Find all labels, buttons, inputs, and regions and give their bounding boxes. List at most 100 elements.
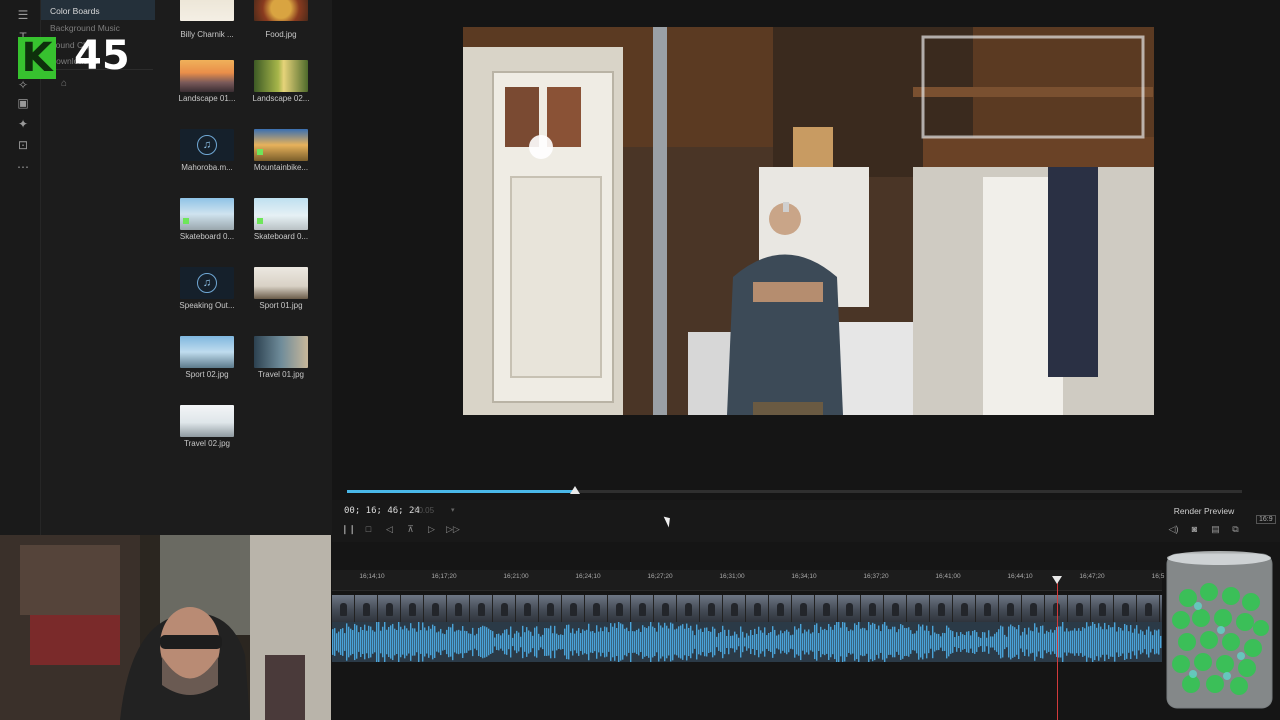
popout-icon[interactable]: ⧉ (1229, 524, 1242, 535)
waveform-bar (698, 629, 700, 655)
media-tile[interactable]: Sport 01.jpg (252, 267, 326, 329)
video-track-clip[interactable] (332, 595, 1162, 622)
waveform-bar (454, 631, 456, 653)
waveform-bar (926, 625, 928, 659)
previous-frame-icon[interactable]: ◁ (383, 524, 396, 535)
waveform-bar (426, 630, 428, 654)
next-frame-icon[interactable]: ▷ (425, 524, 438, 535)
audio-track-clip[interactable] (332, 622, 1162, 662)
waveform-bar (904, 627, 906, 657)
waveform-bar (348, 626, 350, 658)
waveform-bar (866, 630, 868, 654)
waveform-bar (962, 634, 964, 650)
waveform-bar (572, 628, 574, 656)
media-tile[interactable]: Billy Charnik ... (178, 0, 252, 62)
media-tile[interactable]: Sport 02.jpg (178, 336, 252, 398)
waveform-bar (1002, 626, 1004, 658)
snapshot-icon[interactable]: ◙ (1188, 524, 1201, 535)
media-tile[interactable]: Landscape 01... (178, 60, 252, 122)
waveform-bar (1080, 630, 1082, 654)
waveform-bar (356, 625, 358, 659)
chevron-down-icon[interactable]: ▾ (451, 506, 455, 514)
waveform-bar (908, 627, 910, 657)
waveform-bar (714, 628, 716, 656)
media-tile-name: Skateboard 0... (179, 232, 235, 241)
waveform-bar (1020, 635, 1022, 649)
tag-icon[interactable]: ⌂ (61, 78, 67, 89)
volume-icon[interactable]: ◁) (1167, 524, 1180, 535)
waveform-bar (846, 627, 848, 657)
title-icon[interactable]: ⊡ (14, 138, 32, 152)
waveform-bar (802, 633, 804, 651)
media-tile[interactable]: Skateboard 0... (252, 198, 326, 260)
video-badge-icon (257, 218, 263, 224)
media-tile[interactable]: ♫ Speaking Out... (178, 267, 252, 329)
skateboard-thumbnail (254, 198, 308, 230)
waveform-bar (806, 631, 808, 653)
waveform-bar (660, 625, 662, 659)
media-tile[interactable]: Landscape 02... (252, 60, 326, 122)
waveform-bar (828, 623, 830, 661)
waveform-bar (1004, 634, 1006, 650)
render-preview-button[interactable]: Render Preview (1170, 504, 1238, 519)
waveform-bar (632, 631, 634, 653)
waveform-bar (820, 626, 822, 658)
particle-icon[interactable]: ✦ (14, 117, 32, 131)
fast-forward-icon[interactable]: ▷▷ (446, 524, 460, 535)
preview-progress-track[interactable] (575, 490, 1242, 493)
waveform-bar (414, 628, 416, 656)
media-tile[interactable]: Travel 01.jpg (252, 336, 326, 398)
more-icon[interactable]: ⋯ (14, 160, 32, 174)
aspect-ratio-selector[interactable]: 16:9 (1256, 515, 1276, 524)
waveform-bar (490, 630, 492, 654)
tree-item-background-music[interactable]: Background Music (50, 23, 120, 33)
waveform-bar (1064, 631, 1066, 653)
menu-icon[interactable]: ☰ (14, 8, 32, 22)
waveform-bar (1032, 631, 1034, 653)
media-tile[interactable]: Mountainbike... (252, 129, 326, 191)
tree-item-color-boards[interactable]: Color Boards (50, 6, 100, 16)
timeline-tick-label: 16;47;20 (1079, 573, 1105, 580)
pause-icon[interactable]: ❙❙ (341, 524, 356, 535)
video-frame-thumbnail (332, 595, 355, 622)
waveform-bar (442, 633, 444, 651)
video-frame-thumbnail (999, 595, 1022, 622)
playhead-handle-icon[interactable] (1052, 576, 1062, 584)
media-tile[interactable]: Skateboard 0... (178, 198, 252, 260)
preview-video-frame[interactable] (463, 27, 1154, 415)
waveform-bar (582, 629, 584, 655)
preview-progress-fill[interactable] (347, 490, 575, 493)
waveform-bar (902, 625, 904, 659)
timecode-display[interactable]: 00; 16; 46; 24 (344, 506, 420, 516)
waveform-bar (366, 630, 368, 654)
waveform-bar (580, 633, 582, 651)
video-frame-thumbnail (539, 595, 562, 622)
waveform-bar (1058, 626, 1060, 658)
library-tree-panel: Color Boards Background Music Sound Clip… (41, 0, 181, 535)
waveform-bar (784, 631, 786, 653)
waveform-bar (1134, 628, 1136, 656)
playhead-line[interactable] (1057, 578, 1058, 720)
waveform-bar (886, 625, 888, 659)
waveform-bar (1098, 623, 1100, 661)
waveform-bar (466, 631, 468, 653)
playback-quality[interactable]: I 0.05 (414, 506, 434, 515)
pip-icon[interactable]: ▣ (14, 96, 32, 110)
waveform-bar (686, 623, 688, 661)
video-frame-thumbnail (378, 595, 401, 622)
mark-icon[interactable]: ⊼ (404, 524, 417, 535)
media-tile[interactable]: ♫ Mahoroba.m... (178, 129, 252, 191)
stop-icon[interactable]: □ (362, 524, 375, 535)
waveform-bar (1066, 628, 1068, 656)
waveform-bar (1088, 626, 1090, 658)
media-tile[interactable]: Food.jpg (252, 0, 326, 62)
waveform-bar (1062, 622, 1064, 662)
waveform-bar (1012, 626, 1014, 658)
captions-icon[interactable]: ▤ (1209, 524, 1222, 535)
waveform-bar (370, 626, 372, 658)
waveform-bar (638, 628, 640, 656)
progress-handle-icon[interactable] (570, 486, 580, 494)
music-thumbnail: ♫ (180, 129, 234, 161)
waveform-bar (398, 622, 400, 662)
media-tile[interactable]: Travel 02.jpg (178, 405, 252, 467)
